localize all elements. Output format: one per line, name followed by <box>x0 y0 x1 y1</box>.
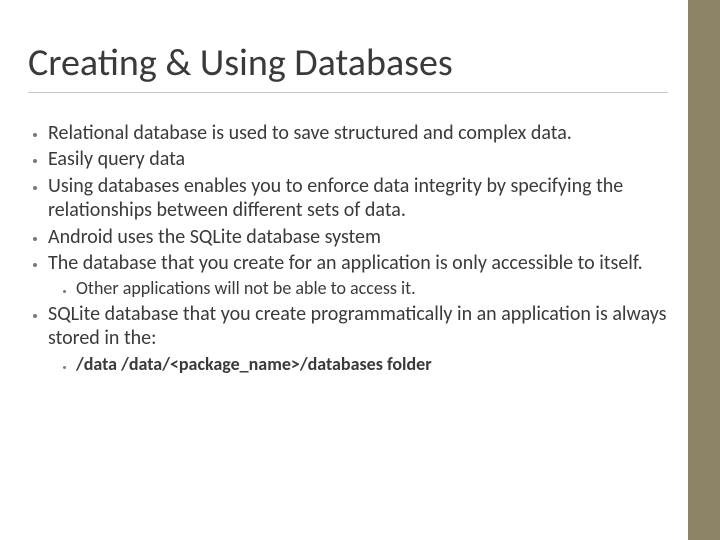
sub-bullet-list: /data /data/<package_name>/databases fol… <box>48 353 668 376</box>
bullet-item: SQLite database that you create programm… <box>48 302 668 375</box>
sub-bullet-item: /data /data/<package_name>/databases fol… <box>76 353 668 376</box>
bullet-item: Relational database is used to save stru… <box>48 121 668 145</box>
bullet-item: Android uses the SQLite database system <box>48 225 668 249</box>
bullet-text: SQLite database that you create programm… <box>48 302 666 350</box>
bullet-item: Easily query data <box>48 147 668 171</box>
bullet-item: Using databases enables you to enforce d… <box>48 174 668 223</box>
bullet-item: The database that you create for an appl… <box>48 251 668 300</box>
slide-title: Creating & Using Databases <box>28 40 668 93</box>
sub-bullet-item: Other applications will not be able to a… <box>76 277 668 300</box>
slide-content: Creating & Using Databases Relational da… <box>28 40 668 377</box>
bullet-text: The database that you create for an appl… <box>48 251 643 275</box>
sidebar-accent <box>688 0 720 540</box>
bullet-list: Relational database is used to save stru… <box>28 121 668 375</box>
sub-bullet-list: Other applications will not be able to a… <box>48 277 668 300</box>
